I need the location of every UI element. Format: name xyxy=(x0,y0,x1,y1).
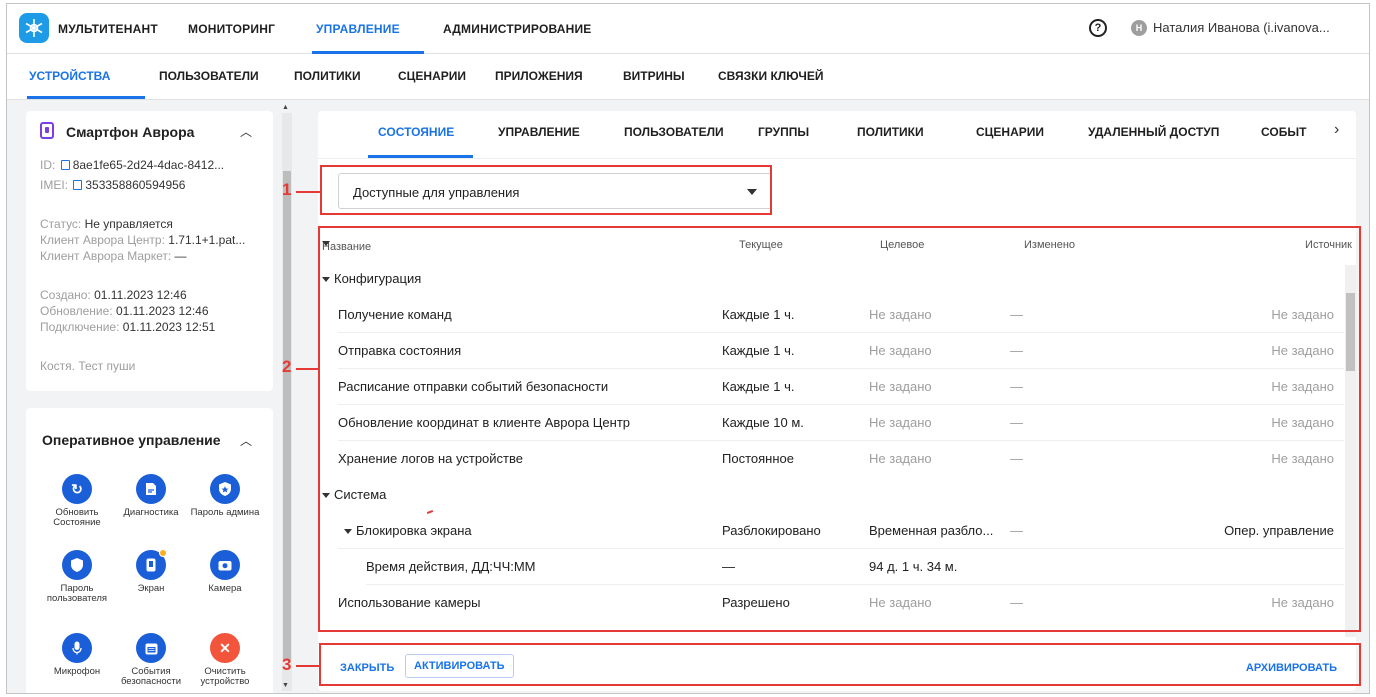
subnav-users[interactable]: ПОЛЬЗОВАТЕЛИ xyxy=(159,69,259,83)
device-status: Статус: Не управляется xyxy=(40,217,173,231)
subnav-keychains[interactable]: СВЯЗКИ КЛЮЧЕЙ xyxy=(718,69,823,83)
camera-button[interactable]: Камера xyxy=(190,550,260,594)
device-title: Смартфон Аврора xyxy=(66,124,195,140)
user-password-button[interactable]: Пароль пользователя xyxy=(42,550,112,604)
top-nav: МУЛЬТИТЕНАНТ МОНИТОРИНГ УПРАВЛЕНИЕ АДМИН… xyxy=(7,4,1369,54)
microphone-icon xyxy=(62,633,92,663)
camera-icon xyxy=(210,550,240,580)
annotation-number-1: 1 xyxy=(282,180,292,199)
subnav-devices[interactable]: УСТРОЙСТВА xyxy=(29,69,110,83)
tab-users[interactable]: ПОЛЬЗОВАТЕЛИ xyxy=(624,125,724,139)
device-client-center: Клиент Аврора Центр: 1.71.1+1.pat... xyxy=(40,233,246,247)
annotation-leader-3 xyxy=(296,665,319,667)
subnav-policies[interactable]: ПОЛИТИКИ xyxy=(294,69,361,83)
shield-star-icon xyxy=(210,474,240,504)
device-client-market: Клиент Аврора Маркет: — xyxy=(40,249,187,263)
tab-state[interactable]: СОСТОЯНИЕ xyxy=(378,125,454,139)
tab-management[interactable]: УПРАВЛЕНИЕ xyxy=(498,125,580,139)
device-id: ID: 8ae1fe65-2d24-4dac-8412... xyxy=(40,158,225,172)
left-scrollbar-thumb[interactable] xyxy=(283,171,291,661)
device-updated: Обновление: 01.11.2023 12:46 xyxy=(40,304,209,318)
tab-remote-access[interactable]: УДАЛЕННЫЙ ДОСТУП xyxy=(1088,125,1219,139)
copy-icon[interactable] xyxy=(73,180,83,190)
document-icon xyxy=(136,474,166,504)
notification-dot xyxy=(159,549,167,557)
device-note: Костя. Тест пуши xyxy=(40,359,136,373)
tab-scenarios[interactable]: СЦЕНАРИИ xyxy=(976,125,1044,139)
subnav-apps[interactable]: ПРИЛОЖЕНИЯ xyxy=(495,69,583,83)
tabs-next-chevron-icon[interactable]: › xyxy=(1334,121,1339,139)
copy-icon[interactable] xyxy=(60,160,70,170)
refresh-state-button[interactable]: ↻ Обновить Состояние xyxy=(42,474,112,528)
nav-administration[interactable]: АДМИНИСТРИРОВАНИЕ xyxy=(443,22,592,36)
subnav-showcases[interactable]: ВИТРИНЫ xyxy=(623,69,685,83)
device-imei: IMEI: 353358860594956 xyxy=(40,178,186,192)
aurora-logo-icon[interactable] xyxy=(19,13,49,43)
smartphone-icon xyxy=(40,122,54,139)
annotation-box-2 xyxy=(318,226,1361,632)
device-created: Создано: 01.11.2023 12:46 xyxy=(40,288,187,302)
quick-management-card: Оперативное управление ︿ ↻ Обновить Сост… xyxy=(26,408,273,693)
nav-monitoring[interactable]: МОНИТОРИНГ xyxy=(188,22,275,36)
subnav-active-indicator xyxy=(27,96,145,99)
subnav-scenarios[interactable]: СЦЕНАРИИ xyxy=(398,69,466,83)
scroll-down-arrow-icon[interactable]: ▼ xyxy=(282,682,289,689)
collapse-chevron-icon[interactable]: ︿ xyxy=(240,123,252,140)
nav-management[interactable]: УПРАВЛЕНИЕ xyxy=(316,22,400,36)
annotation-leader-2 xyxy=(296,368,318,370)
screen-button[interactable]: Экран xyxy=(116,549,186,594)
diagnostics-button[interactable]: Диагностика xyxy=(116,474,186,518)
annotation-leader-1 xyxy=(296,191,320,193)
user-name[interactable]: Наталия Иванова (i.ivanova... xyxy=(1153,20,1330,35)
scroll-up-arrow-icon[interactable]: ▲ xyxy=(282,104,289,111)
security-events-button[interactable]: События безопасности xyxy=(116,633,186,687)
tab-events[interactable]: СОБЫТ xyxy=(1261,125,1306,139)
help-icon[interactable]: ? xyxy=(1089,19,1107,37)
annotation-box-3 xyxy=(319,643,1361,686)
microphone-button[interactable]: Микрофон xyxy=(42,633,112,677)
refresh-icon: ↻ xyxy=(62,474,92,504)
shield-icon xyxy=(62,550,92,580)
nav-multitenant[interactable]: МУЛЬТИТЕНАНТ xyxy=(58,22,158,36)
device-connected: Подключение: 01.11.2023 12:51 xyxy=(40,320,216,334)
avatar[interactable]: Н xyxy=(1131,20,1147,36)
sub-nav: УСТРОЙСТВА ПОЛЬЗОВАТЕЛИ ПОЛИТИКИ СЦЕНАРИ… xyxy=(7,54,1369,100)
tab-policies[interactable]: ПОЛИТИКИ xyxy=(857,125,924,139)
quick-management-title: Оперативное управление xyxy=(42,432,221,448)
tabs-divider xyxy=(318,158,1356,159)
wipe-device-button[interactable]: ✕ Очистить устройство xyxy=(190,633,260,687)
annotation-box-1 xyxy=(320,165,772,215)
device-card: Смартфон Аврора ︿ ID: 8ae1fe65-2d24-4dac… xyxy=(26,111,273,391)
calendar-icon xyxy=(136,633,166,663)
close-icon: ✕ xyxy=(210,633,240,663)
collapse-chevron-icon[interactable]: ︿ xyxy=(240,432,252,449)
admin-password-button[interactable]: Пароль админа xyxy=(190,474,260,518)
screen-icon xyxy=(136,549,167,580)
annotation-number-3: 3 xyxy=(282,655,292,674)
annotation-number-2: 2 xyxy=(282,357,292,376)
tab-groups[interactable]: ГРУППЫ xyxy=(758,125,809,139)
